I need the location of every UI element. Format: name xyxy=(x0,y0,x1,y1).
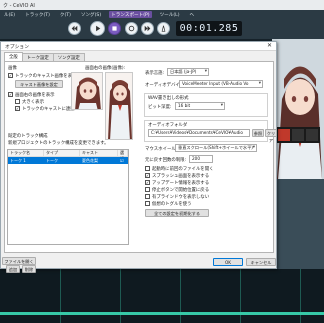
large-display-checkbox[interactable] xyxy=(15,99,20,104)
reset-all-settings-button[interactable]: 全ての設定を初期化する xyxy=(145,209,209,217)
ok-button[interactable]: OK xyxy=(213,258,243,266)
rewind-icon xyxy=(71,25,78,32)
option-label-5: 仮想のトグルを使う xyxy=(152,202,192,207)
bit-depth-select[interactable]: 16 bit xyxy=(175,102,225,110)
screen-image-preview-label: 画面右の画像(画像): xyxy=(85,66,126,71)
undo-limit-field[interactable]: 200 xyxy=(189,155,213,163)
open-file-button[interactable]: ファイルを開く xyxy=(2,257,36,265)
track-section-description: 新規プロジェクトのトラック構成を変更できます。 xyxy=(8,141,109,146)
column-header-track-name[interactable]: トラック名 xyxy=(8,150,44,157)
link-track-cast-checkbox[interactable]: ✓ xyxy=(15,106,20,111)
column-header-select[interactable]: 選択 xyxy=(118,150,128,161)
metronome-button[interactable] xyxy=(157,22,170,35)
rewind-button[interactable] xyxy=(68,22,81,35)
link-track-cast-label: トラックのキャストに連動 xyxy=(22,107,75,112)
table-row[interactable]: トーク 1 トーク 夏色花梨 ☑ xyxy=(8,157,128,164)
wav-format-header: WAV書き出しの形式 xyxy=(148,96,189,101)
column-header-type[interactable]: タイプ xyxy=(44,150,80,157)
option-checkbox-5[interactable] xyxy=(145,201,150,206)
bit-depth-label: ビット深度: xyxy=(148,105,172,110)
cast-fullbody-image xyxy=(108,80,132,139)
display-language-label: 表示言語: xyxy=(145,71,165,76)
play-button[interactable] xyxy=(90,21,105,36)
cast-image-settings-button[interactable]: キャスト画像を設定 xyxy=(15,80,63,88)
audio-folder-header: オーディオフォルダ xyxy=(148,123,188,128)
display-language-select[interactable]: 日本語 (ja-JP) xyxy=(167,68,209,76)
options-dialog: オプション ✕ 全般 トーク設定 ソング設定 画像 ✓ トラックのキャスト画像を… xyxy=(0,41,277,273)
app-title: ク - CeVIO AI xyxy=(3,3,35,9)
menu-item-talk[interactable]: ク(T) xyxy=(58,11,73,18)
forward-button[interactable] xyxy=(141,22,154,35)
menu-item-track[interactable]: トラック(T) xyxy=(23,11,52,18)
waveform xyxy=(0,312,324,315)
track-select-cell[interactable]: ☑ xyxy=(120,157,124,164)
close-icon[interactable]: ✕ xyxy=(266,42,273,50)
play-icon xyxy=(96,25,101,32)
stop-button[interactable] xyxy=(108,22,121,35)
menu-item-tools[interactable]: ツール(L) xyxy=(158,11,182,18)
dialog-title: オプション xyxy=(5,45,29,50)
track-section-header: 既定のトラック構成 xyxy=(8,134,48,139)
option-checkbox-3[interactable] xyxy=(145,187,150,192)
level-meter xyxy=(276,127,320,143)
track-config-list[interactable]: トラック名 タイプ キャスト 選択 トーク 1 トーク 夏色花梨 ☑ xyxy=(7,149,129,245)
dialog-title-bar: オプション xyxy=(1,42,276,51)
cast-image-panel xyxy=(272,39,324,269)
track-type-cell: トーク xyxy=(46,158,58,163)
option-label-0: 起動時に前回のファイルを開く xyxy=(152,167,214,172)
delete-track-button[interactable]: 削除 xyxy=(22,265,36,273)
show-screen-image-label: 画面右の画像を表示 xyxy=(15,93,55,98)
screen-image-preview xyxy=(105,72,133,140)
audio-folder-path-field[interactable]: C:¥Users¥Videos¥Documents¥CeVIO¥Audio xyxy=(148,129,250,137)
undo-limit-label: 元に戻す回数の制限: xyxy=(145,158,186,163)
metronome-icon xyxy=(161,25,166,32)
tab-song-settings[interactable]: ソング設定 xyxy=(52,53,85,61)
cast-face-image xyxy=(75,77,101,109)
show-track-image-label: トラックのキャスト画像を表示 xyxy=(15,74,77,79)
tab-strip: 全般 トーク設定 ソング設定 xyxy=(4,52,85,61)
time-display: 00:01.285 xyxy=(176,21,242,36)
stop-icon xyxy=(112,26,117,31)
menu-item-help[interactable]: ヘ xyxy=(188,11,197,18)
menu-bar: ル(E) トラック(T) ク(T) ソング(S) トランスポート(P) ツール(… xyxy=(0,10,324,19)
menu-item-song[interactable]: ソング(S) xyxy=(79,11,103,18)
option-label-3: 停止ボタンで開始位置に戻る xyxy=(152,188,210,193)
option-label-1: スプラッシュ画面を表示する xyxy=(152,174,210,179)
option-checkbox-2[interactable]: ✓ xyxy=(145,180,150,185)
tab-talk-settings[interactable]: トーク設定 xyxy=(21,53,54,61)
image-section-header: 画像 xyxy=(8,66,17,71)
option-checkbox-4[interactable] xyxy=(145,194,150,199)
menu-item-transport[interactable]: トランスポート(P) xyxy=(109,11,152,18)
column-header-cast[interactable]: キャスト xyxy=(80,150,118,157)
add-track-button[interactable]: 追加 xyxy=(6,265,20,273)
cast-portrait-image xyxy=(272,39,324,179)
mouse-wheel-label: マウスホイール: xyxy=(145,147,178,152)
tab-general[interactable]: 全般 xyxy=(4,52,23,61)
menu-item-edit[interactable]: ル(E) xyxy=(2,11,17,18)
show-screen-image-checkbox[interactable]: ✓ xyxy=(8,92,13,97)
forward-icon xyxy=(144,25,151,32)
mouse-wheel-select[interactable]: 垂直スクロール(Shift+ホイールで水平) xyxy=(175,144,257,152)
option-checkbox-0[interactable] xyxy=(145,166,150,171)
track-cast-portrait xyxy=(71,72,103,110)
clear-button[interactable]: クリア xyxy=(265,129,277,143)
browse-button[interactable]: 参照 xyxy=(252,129,264,137)
large-display-label: 大きく表示 xyxy=(22,100,44,105)
option-label-4: 有プラインドウを表示しない xyxy=(152,195,210,200)
record-button[interactable] xyxy=(125,22,138,35)
track-name-cell: トーク 1 xyxy=(10,158,26,163)
show-track-image-checkbox[interactable]: ✓ xyxy=(8,73,13,78)
option-checkbox-1[interactable]: ✓ xyxy=(145,173,150,178)
app-title-bar: ク - CeVIO AI xyxy=(0,0,324,10)
option-label-2: アップデート情報を表示する xyxy=(152,181,210,186)
audio-device-select[interactable]: VoiceMeeter Input (VB-Audio Vo xyxy=(179,80,263,88)
track-cast-cell: 夏色花梨 xyxy=(82,158,98,163)
cancel-button[interactable]: キャンセル xyxy=(246,258,276,266)
loop-icon xyxy=(128,25,135,32)
